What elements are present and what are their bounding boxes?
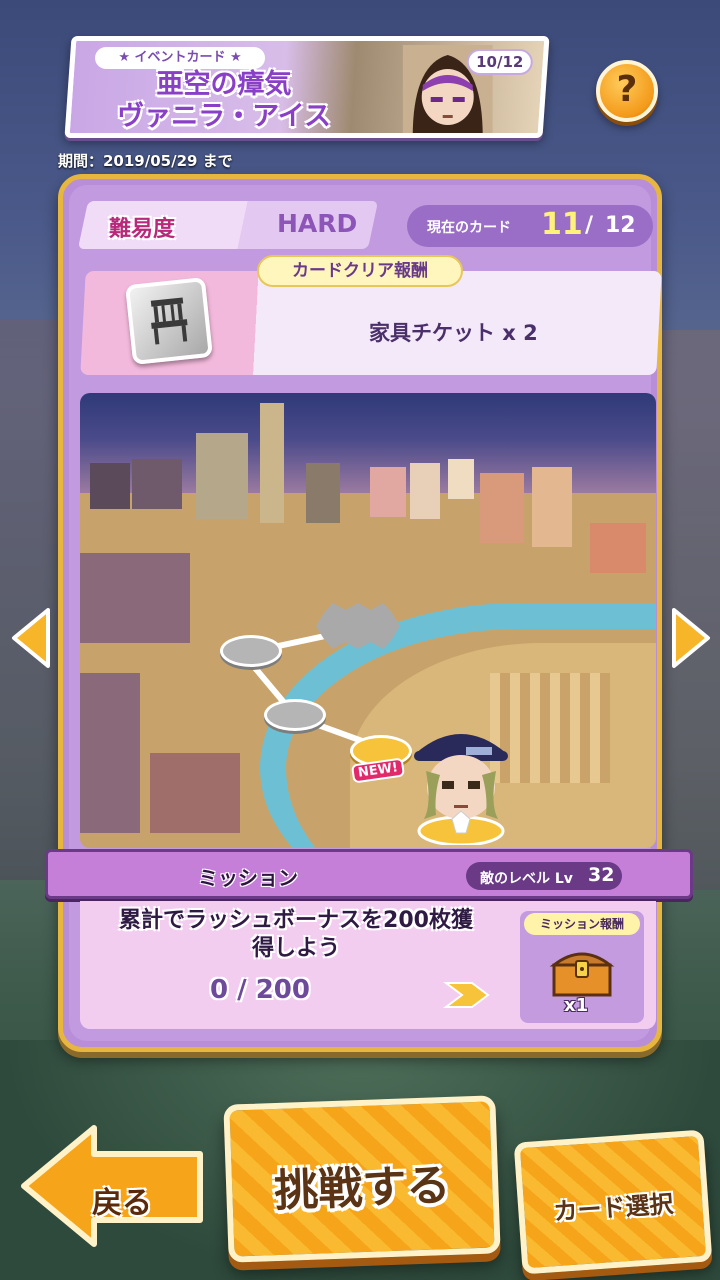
mission-reward-count: x1 — [564, 995, 589, 1016]
difficulty-value: HARD — [277, 209, 358, 238]
map-building — [480, 473, 524, 543]
map-building — [90, 463, 130, 509]
treasure-chest-icon — [549, 952, 615, 997]
map-building — [80, 673, 140, 833]
map-building — [132, 459, 182, 509]
chevron-right-icon[interactable] — [666, 606, 714, 670]
event-title-line2: ヴァニラ・アイス — [117, 101, 331, 132]
map-node[interactable] — [264, 699, 326, 731]
total-card-number: 12 — [605, 213, 636, 238]
card-select-button[interactable]: カード選択 — [513, 1129, 713, 1275]
rush-icon — [443, 982, 490, 1008]
chair-icon — [125, 277, 213, 365]
back-button-label: 戻る — [92, 1186, 152, 1221]
event-card-counter: 10/12 — [466, 49, 533, 75]
map-building — [196, 433, 248, 519]
card-reward-text: 家具チケット x 2 — [369, 321, 538, 345]
enemy-level-badge: 敵のレベル Lv 32 — [466, 862, 622, 890]
mission-reward-label: ミッション報酬 — [524, 913, 640, 935]
map-building — [410, 463, 440, 519]
mission-description-line1: 累計でラッシュボーナスを200枚獲 — [119, 908, 473, 933]
current-card-number: 11 — [541, 207, 583, 242]
difficulty-label: 難易度 — [109, 217, 176, 242]
map-tower — [260, 403, 284, 523]
event-period: 期間：2019/05/29 まで — [58, 152, 233, 170]
challenge-button-label: 挑戦する — [273, 1159, 452, 1218]
card-panel: 難易度 HARD 現在のカード 11 / 12 カードクリア報酬 家具チケット … — [45, 174, 693, 1052]
map-node-boss[interactable] — [316, 603, 400, 649]
mission-description: 累計でラッシュボーナスを200枚獲 得しよう — [80, 907, 512, 963]
card-select-button-label: カード選択 — [552, 1189, 675, 1227]
help-button[interactable]: ? — [596, 60, 658, 122]
chair-glyph — [150, 297, 188, 345]
back-button[interactable]: 戻る — [14, 1120, 210, 1250]
card-panel-inner: 難易度 HARD 現在のカード 11 / 12 カードクリア報酬 家具チケット … — [45, 185, 693, 1041]
event-card-banner: ★ イベントカード ★ 亜空の瘴気 ヴァニラ・アイス 10/12 — [64, 36, 550, 138]
current-card-separator: / — [585, 213, 594, 238]
map-building — [370, 467, 406, 517]
map-building — [150, 753, 240, 833]
current-card-label: 現在のカード — [427, 220, 511, 236]
mission-title: ミッション — [198, 866, 298, 890]
map-building — [80, 553, 190, 643]
mission-reward-box: ミッション報酬 x1 — [520, 911, 644, 1023]
event-title-line1: 亜空の瘴気 — [156, 69, 292, 100]
mission-progress: 0 / 200 — [210, 975, 310, 1005]
map-building — [532, 467, 572, 547]
mission-description-line2: 得しよう — [251, 936, 340, 961]
mission-ribbon: ミッション 敵のレベル Lv 32 — [45, 849, 693, 899]
enemy-level-label: 敵のレベル Lv — [480, 871, 573, 887]
map-node[interactable] — [220, 635, 282, 667]
mission-body: 累計でラッシュボーナスを200枚獲 得しよう 0 / 200 ミッション報酬 x… — [80, 901, 656, 1029]
current-card-counter: 現在のカード 11 / 12 — [407, 205, 653, 247]
event-title: 亜空の瘴気 ヴァニラ・アイス — [94, 69, 354, 133]
map-building — [590, 523, 646, 573]
map-building — [448, 459, 474, 499]
map-building — [306, 463, 340, 523]
chevron-left-icon[interactable] — [8, 606, 56, 670]
stage-map: NEW! — [80, 393, 656, 848]
challenge-button[interactable]: 挑戦する — [223, 1095, 501, 1263]
event-tag: ★ イベントカード ★ — [95, 47, 266, 69]
card-reward-tag: カードクリア報酬 — [257, 255, 463, 287]
question-icon: ? — [616, 69, 638, 110]
enemy-level-value: 32 — [588, 864, 615, 886]
player-character — [414, 734, 508, 845]
